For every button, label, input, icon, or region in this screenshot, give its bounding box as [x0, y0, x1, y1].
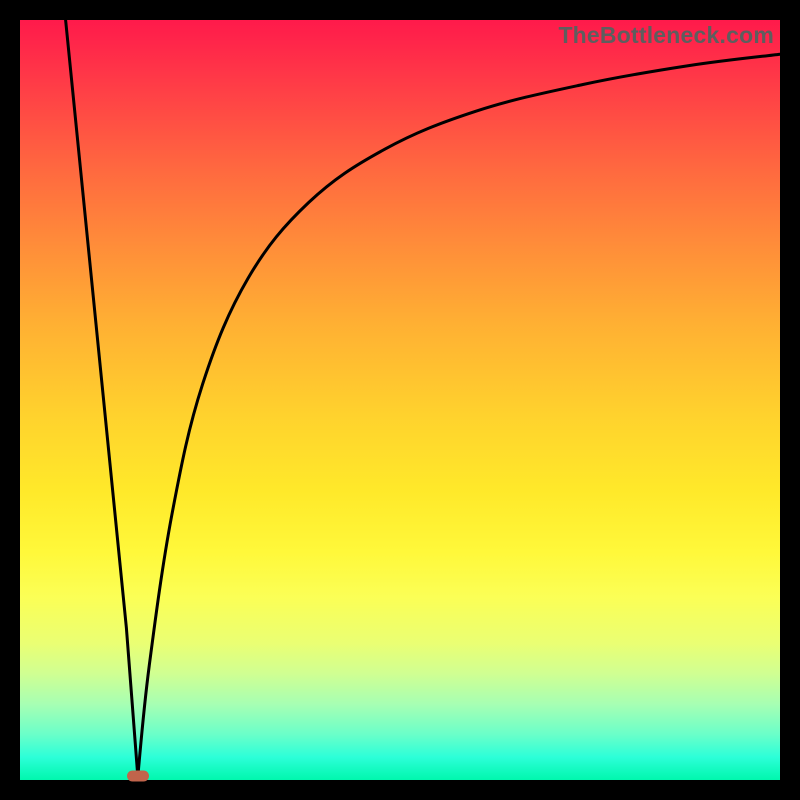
- bottleneck-curve: [20, 20, 780, 780]
- bottleneck-marker: [127, 771, 149, 782]
- chart-plot-area: TheBottleneck.com: [20, 20, 780, 780]
